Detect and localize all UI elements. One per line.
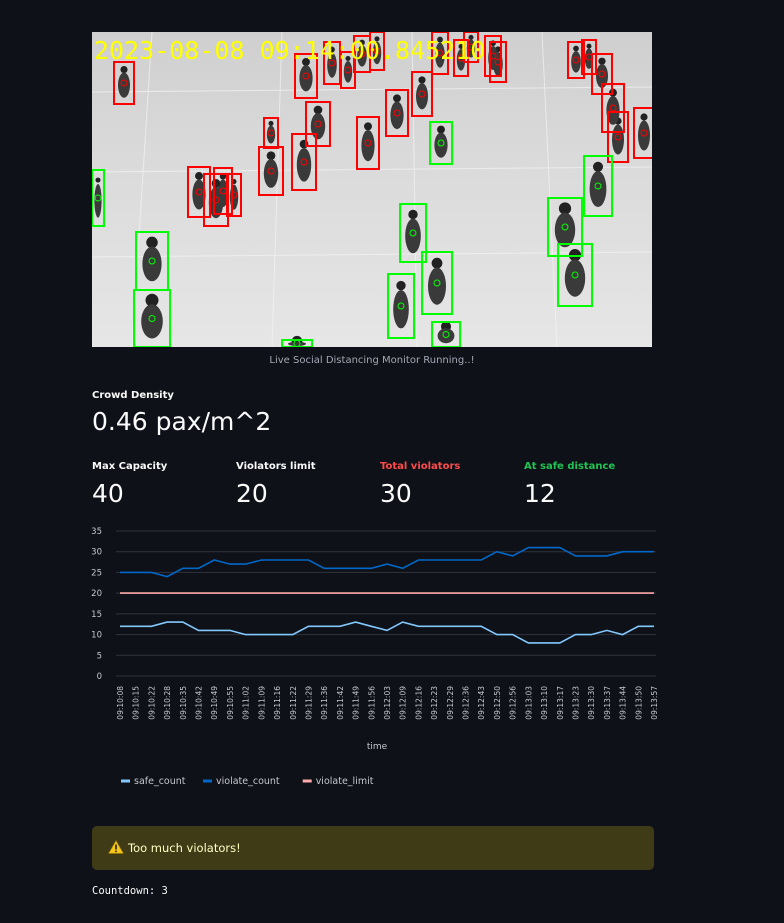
x-tick-label: 09:10:28 [163,686,172,720]
y-tick-label: 15 [91,610,102,620]
person-head [598,57,606,65]
x-tick-label: 09:13:44 [619,686,628,720]
live-video-frame: 2023-08-08 09:14:00.845210 [92,32,652,347]
x-tick-label: 09:13:37 [603,686,612,720]
warning-alert: Too much violators! [92,826,654,870]
y-tick-label: 25 [91,568,102,578]
x-tick-label: 09:13:03 [524,686,533,720]
counts-line-chart[interactable]: 0 5 10 15 20 25 30 35 09:10:08 09:10:15 09:10:22 09… [80,520,670,800]
video-timestamp: 2023-08-08 09:14:00.845210 [94,36,486,65]
x-tick-label: 09:13:50 [634,686,643,720]
y-tick-label: 0 [97,672,102,682]
person-head [120,65,128,74]
violators-limit-label: Violators limit [236,461,316,472]
x-tick-label: 09:13:57 [650,686,659,720]
x-tick-label: 09:10:22 [147,686,156,720]
person-head [408,209,418,220]
x-tick-label: 09:12:29 [446,686,455,720]
person-head [431,257,443,269]
x-tick-label: 09:13:23 [571,686,580,720]
person-head [211,179,221,188]
person-head [195,172,203,180]
x-tick-label: 09:11:02 [242,686,251,720]
detection-overlay [92,32,652,347]
x-tick-label: 09:10:08 [116,686,125,720]
x-tick-label: 09:12:36 [462,686,471,720]
x-tick-label: 09:11:36 [320,686,329,720]
x-tick-label: 09:12:03 [383,686,392,720]
x-tick-label: 09:10:15 [132,686,141,720]
x-axis-title: time [367,742,388,752]
person-head [396,280,406,291]
person-figure [434,132,448,158]
person-head [418,76,426,84]
legend-label: violate_count [216,776,280,787]
person-figure [437,328,455,344]
legend-label: violate_limit [316,776,374,787]
x-tick-label: 09:11:29 [304,686,313,720]
x-tick-label: 09:11:22 [289,686,298,720]
x-tick-label: 09:11:16 [273,686,282,720]
x-tick-label: 09:10:49 [210,686,219,720]
violators-limit-value: 20 [236,479,268,508]
x-tick-label: 09:11:42 [336,686,345,720]
person-figure [390,101,404,130]
person-head [437,125,445,134]
crowd-density-value: 0.46 pax/m^2 [92,407,272,436]
safe-count-line [120,621,654,644]
person-figure [288,341,306,346]
safe-distance-value: 12 [524,479,556,508]
x-tick-label: 09:11:56 [367,686,376,720]
y-tick-label: 35 [91,527,102,537]
person-head [364,122,372,131]
person-figure [416,83,428,110]
total-violators-value: 30 [380,479,412,508]
person-head [393,94,401,103]
person-figure [571,51,581,73]
x-tick-label: 09:12:50 [493,686,502,720]
person-head [95,177,101,183]
total-violators-label: Total violators [380,461,461,472]
x-tick-label: 09:13:17 [556,686,565,720]
person-head [146,236,158,249]
x-tick-label: 09:11:49 [352,686,361,720]
person-head [299,139,309,149]
person-figure [310,113,326,140]
person-figure [299,65,313,92]
x-tick-label: 09:10:55 [226,686,235,720]
y-tick-label: 10 [91,631,102,641]
x-tick-label: 09:12:43 [477,686,486,720]
x-tick-label: 09:12:56 [509,686,518,720]
warning-icon [107,839,125,857]
x-tick-label: 09:13:30 [587,686,596,720]
y-tick-label: 30 [91,548,102,558]
crowd-density-label: Crowd Density [92,390,174,401]
person-head [586,43,592,49]
x-tick-label: 09:12:16 [414,686,423,720]
x-tick-label: 09:10:35 [179,686,188,720]
person-head [592,161,604,172]
person-head [266,151,276,160]
x-tick-label: 09:11:09 [257,686,266,720]
countdown-text: Countdown: 3 [92,885,168,897]
person-head [573,45,579,52]
person-figure [118,72,130,98]
y-tick-label: 20 [91,589,102,599]
person-figure [263,159,279,188]
x-tick-label: 09:10:42 [195,686,204,720]
video-caption: Live Social Distancing Monitor Running..… [269,355,475,366]
max-capacity-value: 40 [92,479,124,508]
x-tick-label: 09:13:10 [540,686,549,720]
x-tick-label: 09:12:23 [430,686,439,720]
alert-text: Too much violators! [128,841,241,855]
max-capacity-label: Max Capacity [92,461,168,472]
person-head [640,113,648,121]
x-tick-label: 09:12:09 [399,686,408,720]
person-head [313,105,323,115]
y-tick-label: 5 [97,651,102,661]
legend-label: safe_count [134,776,186,787]
safe-distance-label: At safe distance [524,461,616,472]
person-head [268,120,274,126]
